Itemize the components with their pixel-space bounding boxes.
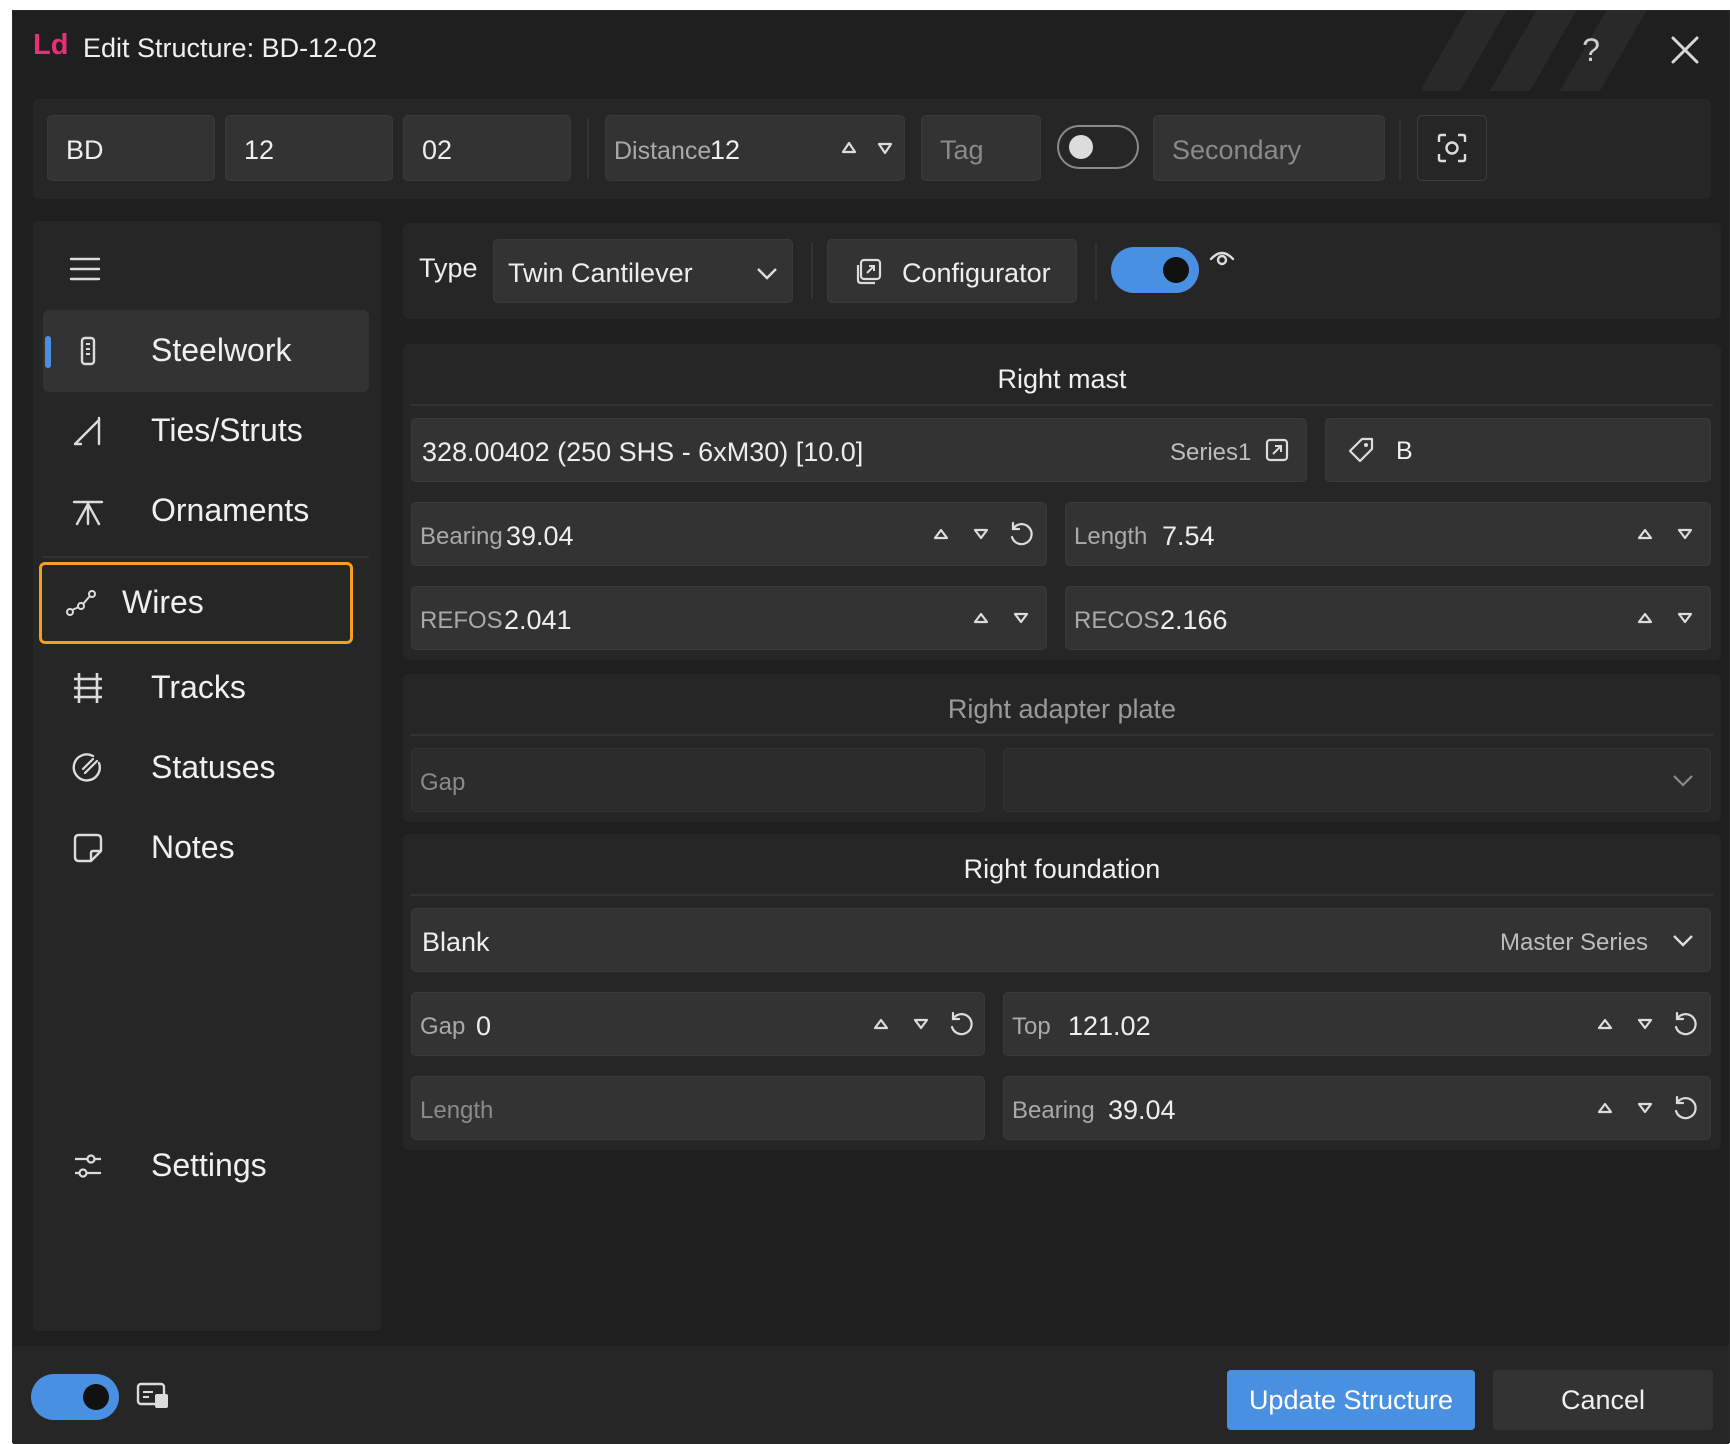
type-toolbar: Type Twin Cantilever Configurator — [403, 223, 1721, 319]
title-decoration — [1423, 11, 1663, 91]
sidebar-item-wires[interactable]: Wires — [39, 562, 353, 644]
decrement-icon[interactable] — [1006, 603, 1036, 633]
foundation-gap-field[interactable]: Gap 0 — [411, 992, 985, 1056]
statuses-icon — [72, 753, 101, 782]
decrement-icon[interactable] — [1670, 519, 1700, 549]
tracks-icon — [74, 673, 102, 703]
app-logo: Ld — [33, 29, 69, 61]
mast-tag-field[interactable]: B — [1325, 418, 1711, 482]
reset-icon[interactable] — [1006, 519, 1036, 549]
update-structure-button[interactable]: Update Structure — [1227, 1370, 1475, 1430]
open-external-icon — [856, 258, 882, 285]
open-external-icon[interactable] — [1262, 435, 1292, 465]
secondary-toggle[interactable] — [1057, 125, 1139, 169]
increment-icon[interactable] — [1590, 1093, 1620, 1123]
sidebar: Steelwork Ties/Struts Ornaments Wires Tr… — [33, 221, 381, 1331]
right-mast-section: Right mast 328.00402 (250 SHS - 6xM30) [… — [403, 344, 1721, 660]
decrement-icon[interactable] — [1630, 1009, 1660, 1039]
foundation-bearing-field[interactable]: Bearing 39.04 — [1003, 1076, 1711, 1140]
sidebar-item-statuses[interactable]: Statuses — [43, 727, 369, 809]
steelwork-icon — [80, 336, 96, 366]
decrement-icon[interactable] — [1670, 603, 1700, 633]
chevron-down-icon — [757, 268, 777, 280]
code-field-2[interactable]: 12 — [225, 115, 393, 181]
mast-part-select[interactable]: 328.00402 (250 SHS - 6xM30) [10.0] Serie… — [411, 418, 1307, 482]
reset-icon[interactable] — [1670, 1093, 1700, 1123]
decrement-icon[interactable] — [906, 1009, 936, 1039]
foundation-length-field[interactable]: Length — [411, 1076, 985, 1140]
increment-icon[interactable] — [866, 1009, 896, 1039]
right-adapter-plate-section: Right adapter plate Gap — [403, 674, 1721, 822]
section-title: Right mast — [997, 364, 1127, 394]
chevron-down-icon — [1673, 775, 1693, 787]
reset-icon[interactable] — [1670, 1009, 1700, 1039]
help-button[interactable]: ? — [1566, 25, 1616, 75]
configurator-button[interactable]: Configurator — [827, 239, 1077, 303]
section-title: Right adapter plate — [947, 694, 1177, 724]
code-field-3[interactable]: 02 — [403, 115, 571, 181]
refos-field[interactable]: REFOS 2.041 — [411, 586, 1047, 650]
menu-icon[interactable] — [67, 251, 103, 287]
code-field-1[interactable]: BD — [47, 115, 215, 181]
increment-icon[interactable] — [832, 131, 866, 165]
divider — [587, 119, 589, 179]
eye-icon[interactable] — [1207, 243, 1237, 273]
decrement-icon[interactable] — [1630, 1093, 1660, 1123]
decrement-icon[interactable] — [966, 519, 996, 549]
sidebar-item-settings[interactable]: Settings — [43, 1125, 369, 1207]
increment-icon[interactable] — [926, 519, 956, 549]
section-title: Right foundation — [963, 854, 1161, 884]
chevron-down-icon — [1673, 935, 1693, 947]
adapter-gap-field[interactable]: Gap — [411, 748, 985, 812]
dialog-title: Edit Structure: BD-12-02 — [83, 33, 378, 63]
visibility-toggle[interactable] — [1111, 247, 1199, 293]
structure-id-row: BD 12 02 Distance 12 Tag Secondary — [33, 99, 1711, 199]
sidebar-item-notes[interactable]: Notes — [43, 807, 369, 889]
recos-field[interactable]: RECOS 2.166 — [1065, 586, 1711, 650]
increment-icon[interactable] — [1630, 519, 1660, 549]
distance-field[interactable]: Distance 12 — [605, 115, 905, 181]
type-select[interactable]: Twin Cantilever — [493, 239, 793, 303]
adapter-plate-select[interactable] — [1003, 748, 1711, 812]
ties-struts-icon — [73, 416, 101, 446]
monitor-icon[interactable] — [135, 1380, 171, 1414]
edit-structure-dialog: Ld Edit Structure: BD-12-02 ? BD 12 02 D… — [12, 10, 1730, 1444]
increment-icon[interactable] — [966, 603, 996, 633]
sidebar-item-tracks[interactable]: Tracks — [43, 647, 369, 729]
bearing-field[interactable]: Bearing 39.04 — [411, 502, 1047, 566]
title-bar: Ld Edit Structure: BD-12-02 ? — [13, 11, 1729, 91]
right-foundation-section: Right foundation Blank Master Series Gap… — [403, 834, 1721, 1150]
foundation-top-field[interactable]: Top 121.02 — [1003, 992, 1711, 1056]
cancel-button[interactable]: Cancel — [1493, 1370, 1713, 1430]
notes-icon — [73, 833, 103, 863]
type-label: Type — [419, 253, 478, 283]
secondary-field[interactable]: Secondary — [1153, 115, 1385, 181]
settings-icon — [75, 1154, 101, 1178]
tag-field[interactable]: Tag — [921, 115, 1041, 181]
increment-icon[interactable] — [1590, 1009, 1620, 1039]
sidebar-item-ornaments[interactable]: Ornaments — [43, 470, 369, 552]
ornaments-icon — [72, 500, 104, 526]
increment-icon[interactable] — [1630, 603, 1660, 633]
sidebar-item-steelwork[interactable]: Steelwork — [43, 310, 369, 392]
reset-icon[interactable] — [946, 1009, 976, 1039]
wires-icon — [66, 590, 96, 616]
close-icon — [1671, 36, 1699, 64]
sidebar-item-ties-struts[interactable]: Ties/Struts — [43, 390, 369, 472]
foundation-type-select[interactable]: Blank Master Series — [411, 908, 1711, 972]
capture-focus-icon — [1437, 133, 1467, 163]
divider — [1399, 119, 1401, 179]
screenshot-button[interactable] — [1417, 115, 1487, 181]
dialog-footer: Update Structure Cancel — [13, 1346, 1729, 1444]
tag-icon — [1348, 437, 1374, 463]
footer-toggle[interactable] — [31, 1374, 119, 1420]
decrement-icon[interactable] — [868, 131, 902, 165]
close-button[interactable] — [1660, 25, 1710, 75]
length-field[interactable]: Length 7.54 — [1065, 502, 1711, 566]
